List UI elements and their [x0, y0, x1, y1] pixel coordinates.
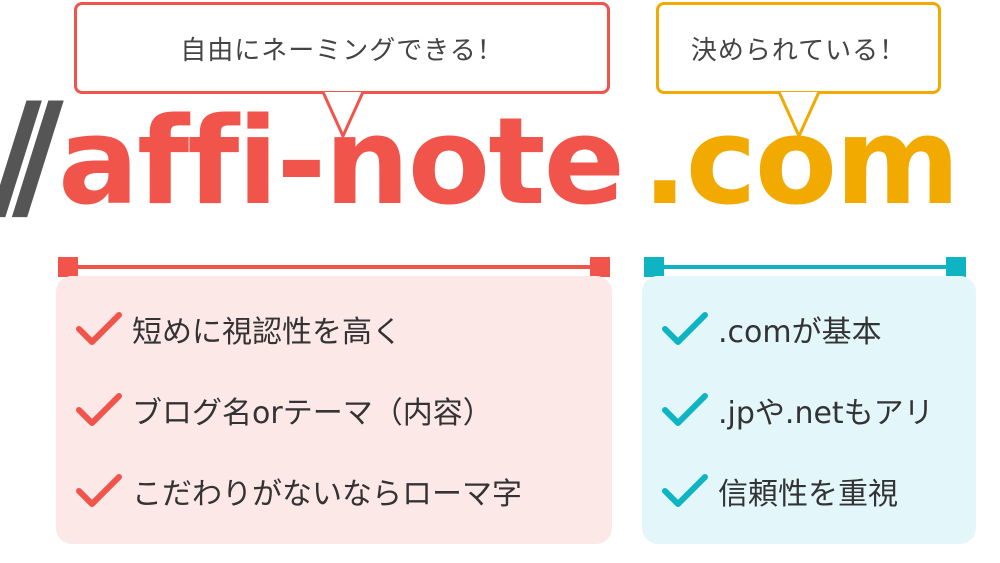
- tld-point-item: .comが基本: [662, 307, 882, 351]
- check-icon: [662, 393, 708, 426]
- check-icon: [76, 312, 122, 345]
- check-icon: [662, 312, 708, 345]
- name-bracket-left-cap: [58, 257, 78, 277]
- name-point-text: 短めに視認性を高く: [132, 315, 402, 350]
- domain-name-text: affi-note: [58, 93, 625, 232]
- tld-point-item: 信頼性を重視: [662, 469, 898, 513]
- name-point-text: ブログ名orテーマ（内容）: [132, 396, 493, 431]
- name-bubble-text: 自由にネーミングできる！: [180, 35, 504, 66]
- tld-point-item: .jpや.netもアリ: [662, 388, 934, 432]
- name-point-item: こだわりがないならローマ字: [76, 469, 522, 513]
- tld-point-text: .comが基本: [718, 315, 882, 350]
- check-icon: [76, 474, 122, 507]
- name-point-item: 短めに視認性を高く: [76, 307, 402, 351]
- tld-bracket-left-cap: [644, 257, 664, 277]
- name-bracket-right-cap: [590, 257, 610, 277]
- tld-bubble-text: 決められている！: [690, 35, 907, 66]
- tld-point-text: .jpや.netもアリ: [718, 396, 934, 431]
- tld-bracket-right-cap: [946, 257, 966, 277]
- name-bracket-line: [66, 265, 600, 269]
- tld-speech-bubble: 決められている！: [656, 2, 941, 94]
- tld-point-text: 信頼性を重視: [718, 477, 898, 512]
- check-icon: [76, 393, 122, 426]
- domain-tld-text: .com: [642, 93, 960, 232]
- tld-bracket-line: [652, 265, 956, 269]
- check-icon: [662, 474, 708, 507]
- name-speech-bubble: 自由にネーミングできる！: [74, 2, 610, 94]
- url-slashes: //: [0, 73, 64, 238]
- name-point-text: こだわりがないならローマ字: [132, 477, 522, 512]
- name-point-item: ブログ名orテーマ（内容）: [76, 388, 493, 432]
